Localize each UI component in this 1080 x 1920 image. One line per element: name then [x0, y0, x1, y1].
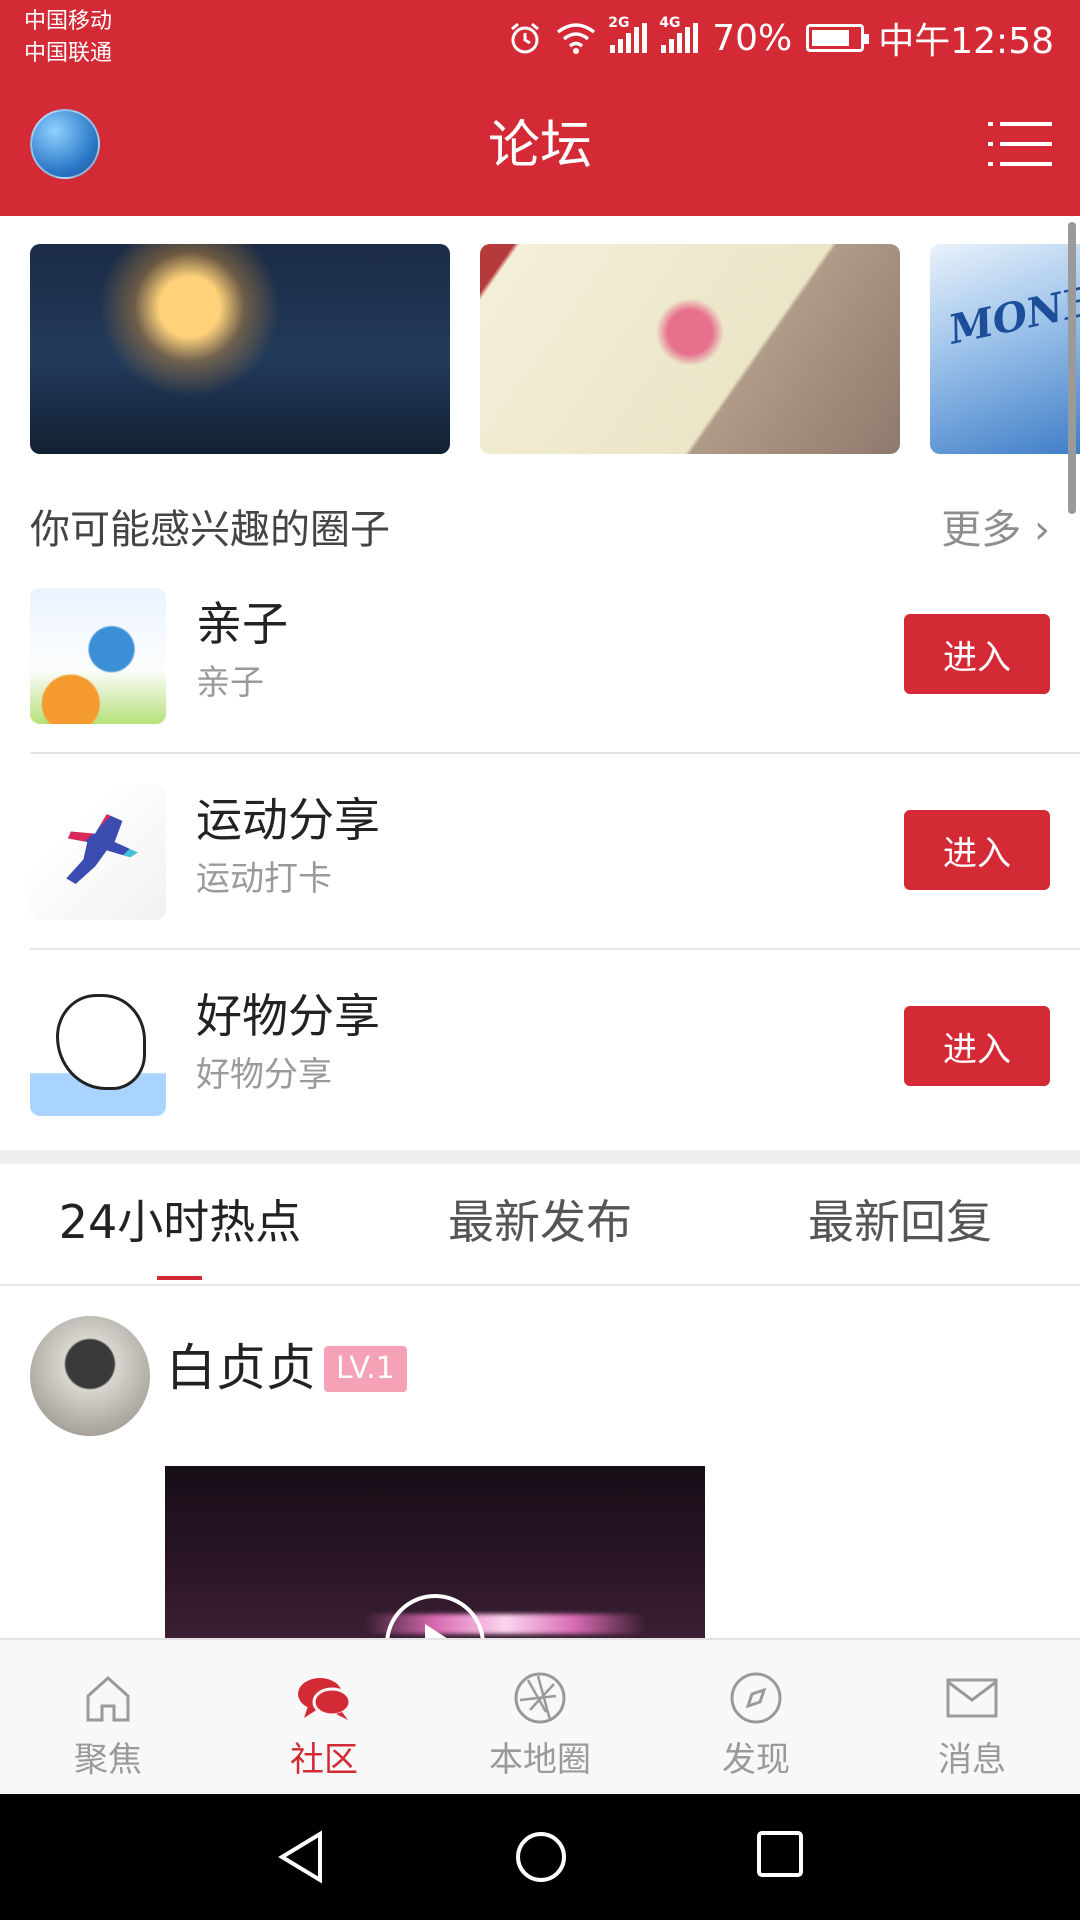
circle-thumbnail [30, 980, 166, 1116]
tab-latest-replies[interactable]: 最新回复 [750, 1164, 1050, 1284]
active-tab-indicator [157, 1276, 202, 1280]
app-header: 论坛 [0, 104, 1080, 216]
runner-illustration [66, 814, 138, 884]
envelope-icon [946, 1678, 998, 1718]
aperture-icon [514, 1672, 566, 1724]
status-bar: 中国移动 中国联通 2G 4G 70% 中午12:58 [0, 0, 1080, 104]
home-icon [86, 1675, 130, 1722]
bottom-nav: 聚焦 社区 本地圈 发现 消息 [0, 1638, 1080, 1794]
network-2g-label: 2G [608, 15, 630, 31]
more-label: 更多 [941, 507, 1022, 553]
nav-focus[interactable]: 聚焦 [0, 1640, 216, 1796]
signal-2g-icon: 2G [608, 15, 648, 53]
carrier-info: 中国移动 中国联通 [24, 6, 112, 70]
tab-latest-posts[interactable]: 最新发布 [390, 1164, 690, 1284]
banner-newspaper[interactable]: MONE [930, 244, 1080, 454]
circles-section-header: 你可能感兴趣的圈子 更多 › [30, 500, 1050, 560]
circles-section-title: 你可能感兴趣的圈子 [30, 507, 390, 553]
circle-name: 好物分享 [196, 989, 380, 1043]
post-video[interactable] [165, 1466, 705, 1638]
nav-discover[interactable]: 发现 [648, 1640, 864, 1796]
circle-thumbnail [30, 588, 166, 724]
nav-local-circle[interactable]: 本地圈 [432, 1640, 648, 1796]
enter-button[interactable]: 进入 [904, 810, 1050, 890]
cartoon-illustration [56, 994, 146, 1090]
nav-community[interactable]: 社区 [216, 1640, 432, 1796]
chevron-right-icon: › [1021, 507, 1050, 553]
nav-label: 社区 [290, 1740, 358, 1780]
divider [30, 948, 1080, 950]
alarm-icon [511, 22, 540, 54]
home-circle-icon[interactable] [514, 1830, 568, 1884]
enter-button[interactable]: 进入 [904, 614, 1050, 694]
banner-notebook-flower[interactable] [480, 244, 900, 454]
more-link[interactable]: 更多 › [941, 500, 1050, 560]
circle-name: 亲子 [196, 597, 288, 651]
post-avatar[interactable] [30, 1316, 150, 1436]
post-username[interactable]: 白贞贞 [166, 1336, 316, 1400]
nav-label: 消息 [938, 1740, 1006, 1780]
circle-thumbnail [30, 784, 166, 920]
carrier-2: 中国联通 [24, 41, 113, 66]
battery-percent: 70% [712, 17, 793, 59]
status-icons: 2G 4G 70% 中午12:58 [508, 14, 1054, 62]
carrier-1: 中国移动 [24, 9, 113, 34]
circle-subtitle: 亲子 [196, 663, 264, 703]
enter-button[interactable]: 进入 [904, 1006, 1050, 1086]
page-title: 论坛 [487, 116, 592, 176]
circle-item[interactable]: 运动分享 运动打卡 进入 [0, 784, 1080, 980]
system-nav-bar [0, 1794, 1080, 1920]
circle-subtitle: 运动打卡 [196, 859, 332, 899]
back-icon[interactable] [276, 1830, 326, 1884]
level-badge: LV.1 [324, 1346, 407, 1392]
compass-icon [730, 1672, 782, 1724]
circle-item[interactable]: 亲子 亲子 进入 [0, 588, 1080, 784]
nav-messages[interactable]: 消息 [864, 1640, 1080, 1796]
scrollbar[interactable] [1068, 222, 1076, 514]
banner-carousel[interactable]: MONE [0, 244, 1080, 454]
battery-fill [812, 30, 849, 46]
menu-icon[interactable] [988, 116, 1052, 172]
banner-sky-lantern[interactable] [30, 244, 450, 454]
signal-4g-icon: 4G [659, 15, 699, 53]
play-icon[interactable] [385, 1594, 485, 1638]
circle-subtitle: 好物分享 [196, 1055, 332, 1095]
circle-name: 运动分享 [196, 793, 380, 847]
section-separator [0, 1150, 1080, 1164]
banner-newspaper-text: MONE [944, 277, 1080, 354]
network-4g-label: 4G [659, 15, 681, 31]
recents-icon[interactable] [756, 1830, 804, 1878]
circle-item[interactable]: 好物分享 好物分享 进入 [0, 980, 1080, 1176]
nav-label: 本地圈 [489, 1740, 591, 1780]
nav-label: 发现 [722, 1740, 790, 1780]
nav-label: 聚焦 [74, 1740, 142, 1780]
feed-tabs: 24小时热点 最新发布 最新回复 [0, 1164, 1080, 1286]
chat-bubbles-icon [298, 1678, 352, 1720]
wifi-icon [557, 23, 596, 54]
battery-icon [806, 24, 870, 52]
tab-hot-24h[interactable]: 24小时热点 [30, 1164, 330, 1284]
divider [30, 752, 1080, 754]
clock: 中午12:58 [878, 21, 1054, 62]
